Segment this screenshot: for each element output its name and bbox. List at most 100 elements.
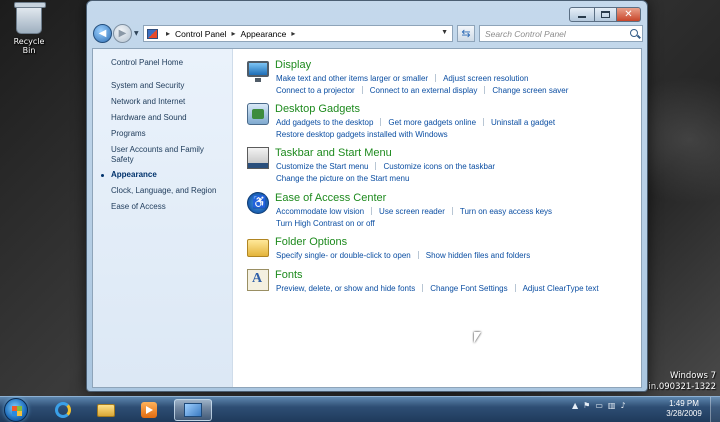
address-bar[interactable]: ▸ Control Panel ▸ Appearance ▸ ▼ [143,25,453,42]
minimize-button[interactable] [569,7,595,22]
close-button[interactable]: ✕ [617,7,641,22]
control-panel-window: ✕ ◀ ▶ ▼ ▸ Control Panel ▸ Appearance ▸ ▼… [86,0,648,392]
address-dropdown-icon[interactable]: ▼ [441,29,448,36]
volume-icon[interactable]: ♪ [620,401,625,410]
breadcrumb-separator-icon[interactable]: ▸ [232,29,236,38]
refresh-icon: ⇆ [461,27,471,40]
caption-buttons: ✕ [569,7,641,22]
task-link[interactable]: Customize the Start menu [276,162,368,171]
category-title[interactable]: Desktop Gadgets [275,103,360,115]
start-button[interactable] [4,398,28,422]
network-icon[interactable]: ▥ [608,401,616,410]
recycle-bin-label: Recycle Bin [13,37,45,55]
task-link[interactable]: Accommodate low vision [276,207,364,216]
sidebar-item-user-accounts[interactable]: User Accounts and Family Safety [111,145,215,165]
system-clock[interactable]: 1:49 PM 3/28/2009 [664,399,704,419]
category-title[interactable]: Fonts [275,269,303,281]
task-link[interactable]: Turn on easy access keys [445,207,552,216]
category-title[interactable]: Ease of Access Center [275,192,386,204]
sidebar-item-system-and-security[interactable]: System and Security [111,81,227,91]
sidebar-item-clock-language-region[interactable]: Clock, Language, and Region [111,186,227,196]
category-title[interactable]: Display [275,59,311,71]
task-link[interactable]: Uninstall a gadget [476,118,555,127]
maximize-button[interactable] [595,7,617,22]
task-link[interactable]: Customize icons on the taskbar [368,162,495,171]
task-link[interactable]: Adjust screen resolution [428,74,528,83]
task-link[interactable]: Adjust ClearType text [508,284,599,293]
display-icon [247,61,269,82]
taskbar-media-player[interactable] [130,399,168,421]
task-link[interactable]: Specify single- or double-click to open [276,251,411,260]
fonts-icon [247,269,269,291]
search-icon[interactable] [630,29,638,37]
task-link[interactable]: Connect to a projector [276,86,355,95]
task-link[interactable]: Change Font Settings [415,284,507,293]
task-link[interactable]: Preview, delete, or show and hide fonts [276,284,415,293]
taskbar-icon [247,147,269,169]
forward-button[interactable]: ▶ [113,24,132,43]
breadcrumb-control-panel[interactable]: Control Panel [175,29,227,39]
task-link[interactable]: Show hidden files and folders [411,251,531,260]
search-placeholder: Search Control Panel [485,28,566,39]
internet-explorer-icon [55,402,71,418]
media-player-icon [141,402,157,418]
clock-time: 1:49 PM [669,399,699,408]
taskbar-windows-explorer[interactable] [87,399,125,421]
task-link[interactable]: Add gadgets to the desktop [276,118,373,127]
show-desktop-button[interactable] [710,397,720,422]
recycle-bin-icon [14,2,46,34]
task-link[interactable]: Change screen saver [477,86,568,95]
recent-pages-dropdown[interactable]: ▼ [134,30,139,37]
control-panel-icon [184,403,202,417]
sidebar-item-network-and-internet[interactable]: Network and Internet [111,97,227,107]
notification-area: ▲ ⚑ ▭ ▥ ♪ [572,401,626,410]
category-links: Specify single- or double-click to open S… [276,250,636,262]
maximize-icon [601,11,610,18]
category-links: Preview, delete, or show and hide fonts C… [276,283,636,295]
control-panel-icon [147,28,158,39]
task-link[interactable]: Get more gadgets online [373,118,476,127]
back-button[interactable]: ◀ [93,24,112,43]
category-title[interactable]: Folder Options [275,236,347,248]
display-tray-icon[interactable]: ▭ [595,401,603,410]
category-links: Accommodate low vision Use screen reader T… [276,206,636,230]
ease-of-access-icon [247,192,269,214]
content-area: Control Panel Home System and Security N… [92,48,642,388]
breadcrumb-separator-icon[interactable]: ▸ [166,29,170,38]
action-center-flag-icon[interactable]: ⚑ [583,401,590,410]
minimize-icon [578,16,586,18]
taskbar: ▲ ⚑ ▭ ▥ ♪ 1:49 PM 3/28/2009 [0,396,720,422]
sidebar-item-appearance[interactable]: Appearance [111,170,227,180]
search-input[interactable]: Search Control Panel [479,25,643,42]
breadcrumb-appearance[interactable]: Appearance [241,29,287,39]
task-link[interactable]: Turn High Contrast on or off [276,219,375,228]
category-links: Customize the Start menu Customize icons … [276,161,636,185]
sidebar-item-programs[interactable]: Programs [111,129,227,139]
task-link[interactable]: Restore desktop gadgets installed with W… [276,130,448,139]
recycle-bin[interactable]: Recycle Bin [6,2,52,55]
taskbar-internet-explorer[interactable] [44,399,82,421]
mouse-cursor-icon [474,332,481,343]
show-hidden-icons-icon[interactable]: ▲ [572,401,578,410]
close-icon: ✕ [624,8,633,20]
clock-date: 3/28/2009 [666,409,702,418]
folder-library-icon [97,403,115,417]
task-link[interactable]: Connect to an external display [355,86,478,95]
forward-arrow-icon: ▶ [118,28,127,39]
breadcrumb-separator-icon[interactable]: ▸ [291,29,295,38]
refresh-button[interactable]: ⇆ [457,25,475,42]
taskbar-control-panel[interactable] [174,399,212,421]
category-links: Add gadgets to the desktop Get more gadge… [276,117,636,141]
sidebar-item-control-panel-home[interactable]: Control Panel Home [111,58,227,68]
task-link[interactable]: Make text and other items larger or smal… [276,74,428,83]
task-link[interactable]: Change the picture on the Start menu [276,174,409,183]
left-navigation-pane: Control Panel Home System and Security N… [93,49,233,387]
sidebar-item-hardware-and-sound[interactable]: Hardware and Sound [111,113,227,123]
category-title[interactable]: Taskbar and Start Menu [275,147,392,159]
task-link[interactable]: Use screen reader [364,207,445,216]
gadgets-icon [247,103,269,125]
navigation-bar: ◀ ▶ ▼ ▸ Control Panel ▸ Appearance ▸ ▼ ⇆… [93,24,643,44]
active-item-bullet-icon [101,174,104,177]
sidebar-item-ease-of-access[interactable]: Ease of Access [111,202,227,212]
back-arrow-icon: ◀ [98,28,107,39]
